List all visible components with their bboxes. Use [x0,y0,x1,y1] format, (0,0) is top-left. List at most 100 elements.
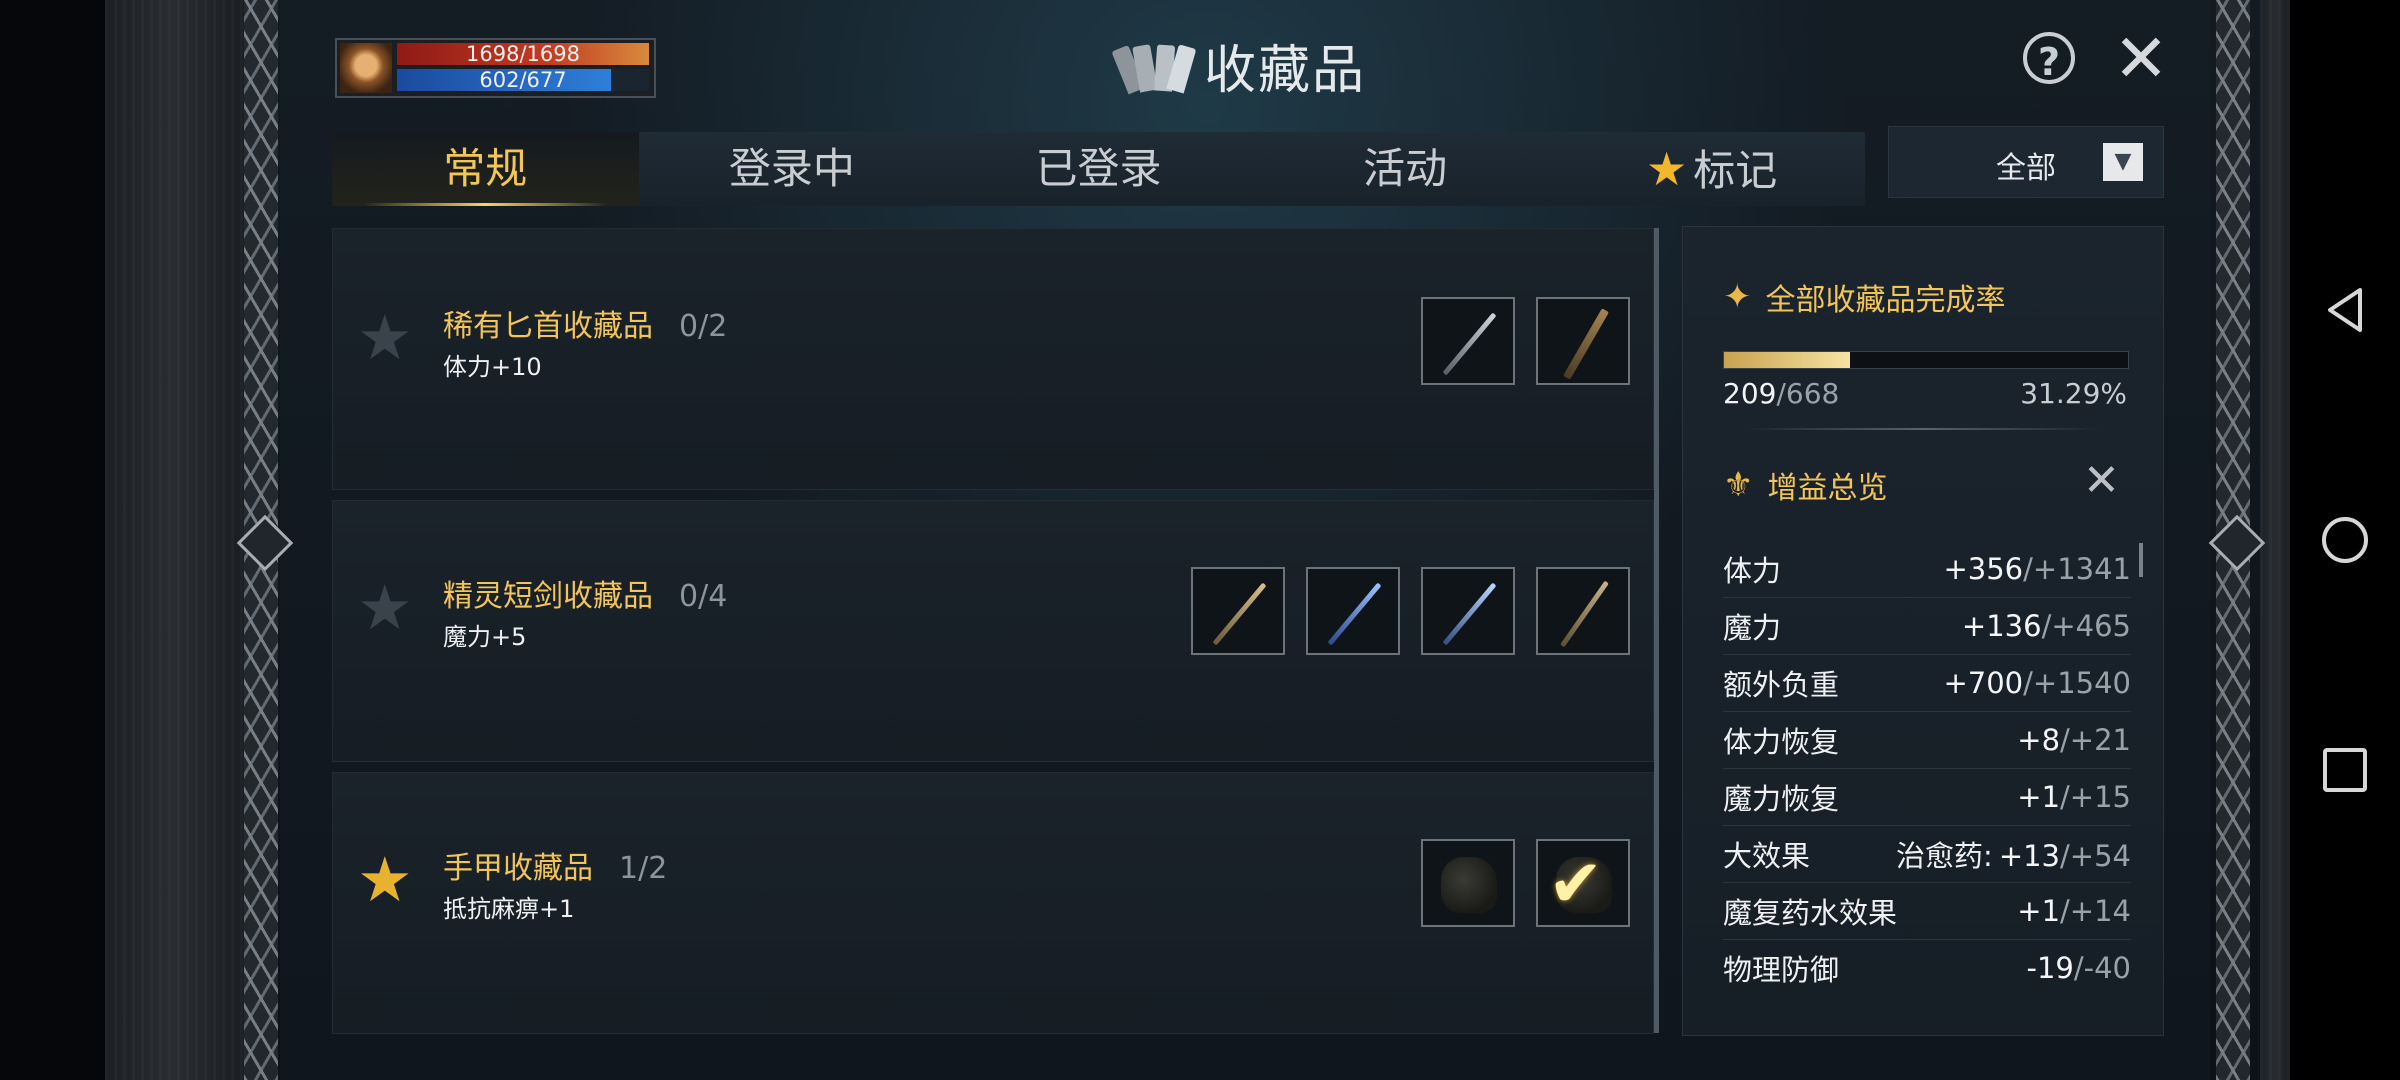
stat-max: /+21 [2060,723,2131,757]
collection-bonus: 抵抗麻痹+1 [443,895,575,923]
stat-row: 额外负重 +700/+1540 [1723,655,2131,712]
collection-name: 稀有匕首收藏品 [443,309,653,344]
tab-general[interactable]: 常规 [332,132,639,206]
stat-row: 体力 +356/+1341 [1723,541,2131,598]
stat-name: 体力 [1723,554,1782,588]
back-icon[interactable] [2320,285,2370,335]
stat-name: 物理防御 [1723,953,1840,987]
collection-card[interactable]: ★ 精灵短剑收藏品 0/4 魔力+5 [332,500,1654,762]
item-slot[interactable] [1421,839,1515,927]
completion-title: 全部收藏品完成率 [1765,283,2006,318]
summary-panel: ✦ 全部收藏品完成率 209/668 31.29% ⚜ 增益总览 ✕ 体力 +3… [1682,226,2164,1036]
stat-max: /+54 [2060,839,2131,873]
total-count: /668 [1776,377,1840,410]
favorite-star-icon[interactable]: ★ [357,843,413,916]
collection-card[interactable]: ★ 手甲收藏品 1/2 抵抗麻痹+1 ✔ [332,772,1654,1034]
chevron-down-icon[interactable]: ▼ [2103,143,2143,181]
stat-name: 魔力恢复 [1723,782,1840,816]
stat-current: +1 [2017,780,2061,814]
stat-max: /-40 [2073,951,2131,985]
hp-bar: 1698/1698 [397,43,649,65]
tab-event[interactable]: 活动 [1252,132,1559,206]
filter-selected: 全部 [1996,151,2056,186]
help-button[interactable]: ? [2023,32,2075,84]
home-icon[interactable] [2320,515,2370,565]
item-slot[interactable] [1536,297,1630,385]
collection-name: 手甲收藏品 [443,851,593,886]
collection-progress: 0/2 [679,309,728,344]
stat-max: /+1341 [2023,552,2131,586]
stat-max: /+14 [2060,894,2131,928]
checkmark-icon: ✔ [1548,845,1604,922]
stat-row-marquee: 大效果 治愈药: +13/+54 [1723,826,2131,883]
fleur-de-lis-icon: ⚜ [1723,465,1754,505]
completion-progress-bar [1723,351,2129,369]
stat-row: 魔力恢复 +1/+15 [1723,769,2131,826]
item-slot[interactable] [1536,567,1630,655]
star-icon: ★ [1646,142,1688,196]
close-icon: ✕ [2113,20,2169,97]
stat-extra: 治愈药: [1896,839,1993,873]
stat-name: 额外负重 [1723,668,1840,702]
recents-icon[interactable] [2320,745,2370,795]
buff-title: 增益总览 [1767,471,1888,506]
stat-current: +13 [1998,839,2061,873]
stat-list: 体力 +356/+1341 魔力 +136/+465 额外负重 +700/+15… [1723,541,2131,996]
stat-name: 魔力 [1723,611,1782,645]
page-title: 收藏品 [1204,40,1367,101]
collection-list: ★ 稀有匕首收藏品 0/2 体力+10 ★ 精灵短剑收藏品 0/4 魔力+5 ★… [332,228,1654,1034]
gauntlet-icon [1441,857,1497,913]
tab-registering[interactable]: 登录中 [639,132,946,206]
question-icon: ? [2037,40,2061,84]
item-slot[interactable] [1421,567,1515,655]
avatar[interactable] [340,43,392,93]
stats-scrollbar[interactable] [2139,543,2143,577]
item-slot-collected[interactable]: ✔ [1536,839,1630,927]
stat-max: /+1540 [2023,666,2131,700]
curved-dagger-icon [1563,308,1609,380]
close-icon[interactable]: ✕ [2083,455,2120,506]
favorite-star-icon[interactable]: ★ [357,571,413,644]
collection-progress: 1/2 [619,851,668,886]
stat-row: 体力恢复 +8/+21 [1723,712,2131,769]
close-button[interactable]: ✕ [2112,26,2170,92]
completion-progress-fill [1724,352,1851,368]
player-status: 1698/1698 602/677 [335,38,656,98]
item-slot[interactable] [1421,297,1515,385]
favorite-star-icon[interactable]: ★ [357,301,413,374]
stat-current: +356 [1943,552,2024,586]
completion-icon: ✦ [1723,277,1752,317]
system-navbar [2290,0,2400,1080]
stat-name: 魔复药水效果 [1723,896,1898,930]
collection-card[interactable]: ★ 稀有匕首收藏品 0/2 体力+10 [332,228,1654,490]
filter-dropdown[interactable]: 全部 ▼ [1888,126,2164,198]
stat-row: 魔力 +136/+465 [1723,598,2131,655]
collection-progress: 0/4 [679,579,728,614]
window-title: 收藏品 [1111,30,1367,101]
stat-max: /+465 [2041,609,2131,643]
mp-bar: 602/677 [397,69,649,91]
stat-current: +700 [1943,666,2024,700]
tab-marked[interactable]: ★ 标记 [1558,132,1865,206]
stone-wall-right [2260,0,2290,1080]
dagger-icon [1442,312,1497,376]
short-sword-icon [1212,582,1267,646]
stat-current: +1 [2017,894,2061,928]
item-slot[interactable] [1191,567,1285,655]
stat-max: /+15 [2060,780,2131,814]
divider [1743,428,2103,430]
collection-bonus: 体力+10 [443,353,542,381]
collection-book-icon [1111,35,1197,95]
stat-name: 体力恢复 [1723,725,1840,759]
stat-current: +136 [1961,609,2042,643]
collection-bonus: 魔力+5 [443,623,527,651]
list-scrollbar[interactable] [1654,228,1659,1033]
stat-current: +8 [2017,723,2061,757]
stat-row: 魔复药水效果 +1/+14 [1723,883,2131,940]
stat-current: -19 [2026,951,2074,985]
item-slot[interactable] [1306,567,1400,655]
stat-name: 大效果 [1723,839,1811,873]
tab-bar: 常规 登录中 已登录 活动 ★ 标记 [332,132,1865,206]
completion-percent: 31.29% [2020,377,2127,410]
tab-registered[interactable]: 已登录 [945,132,1252,206]
